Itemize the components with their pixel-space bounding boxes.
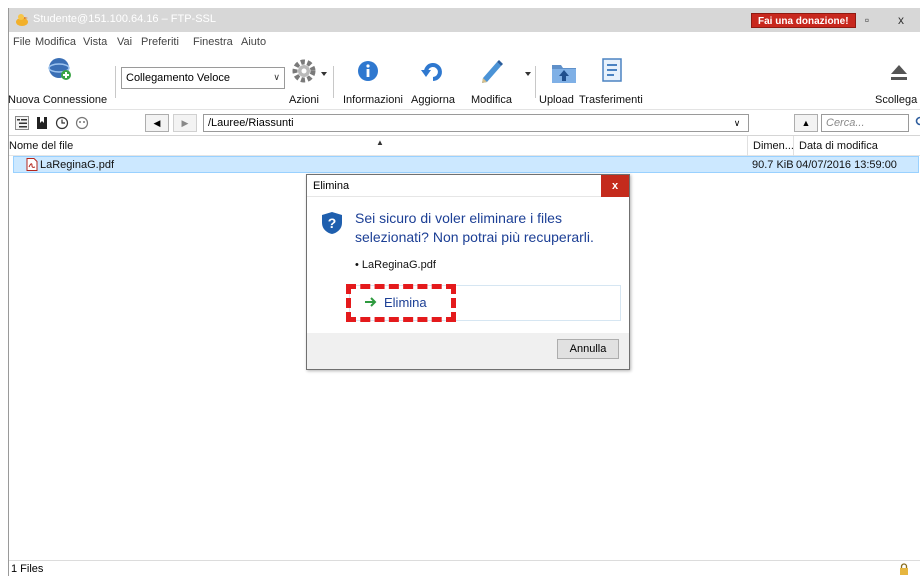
eject-icon[interactable]: [889, 62, 909, 82]
search-placeholder: Cerca...: [826, 117, 865, 129]
status-bar: 1 Files: [9, 560, 920, 576]
transfers-icon[interactable]: [601, 58, 623, 84]
bonjour-icon[interactable]: [75, 116, 89, 130]
edit-icon[interactable]: [479, 58, 505, 84]
delete-dialog: Elimina x ? Sei sicuro di voler eliminar…: [306, 174, 630, 370]
file-size: 90.7 KiB: [752, 159, 794, 171]
disconnect-label[interactable]: Scollega: [875, 94, 917, 106]
menu-modifica[interactable]: Modifica: [35, 36, 76, 48]
menu-preferiti[interactable]: Preferiti: [141, 36, 179, 48]
upload-label[interactable]: Upload: [539, 94, 574, 106]
path-bar: ◀ ▶ /Lauree/Riassunti ∨ ▲ Cerca...: [9, 110, 920, 136]
outline-view-icon[interactable]: [15, 116, 29, 130]
gear-icon[interactable]: [291, 58, 317, 84]
upload-folder-icon[interactable]: [551, 60, 577, 84]
dialog-body: ? Sei sicuro di voler eliminare i files …: [307, 197, 629, 333]
search-input[interactable]: Cerca...: [821, 114, 909, 132]
menu-vista[interactable]: Vista: [83, 36, 107, 48]
forward-button[interactable]: ▶: [173, 114, 197, 132]
actions-dropdown-icon[interactable]: [321, 72, 327, 76]
dialog-close-button[interactable]: x: [601, 175, 629, 197]
info-icon[interactable]: [357, 60, 379, 82]
window-title: Studente@151.100.64.16 – FTP-SSL: [33, 13, 217, 25]
dialog-file-item: • LaReginaG.pdf: [355, 259, 436, 271]
title-bar: Studente@151.100.64.16 – FTP-SSL Fai una…: [9, 8, 920, 32]
sort-ascending-icon: ▲: [376, 138, 384, 147]
refresh-icon[interactable]: [421, 60, 445, 82]
transfers-label[interactable]: Trasferimenti: [579, 94, 643, 106]
toolbar-separator: [333, 66, 334, 98]
path-select[interactable]: /Lauree/Riassunti: [203, 114, 749, 132]
history-icon[interactable]: [55, 116, 69, 130]
column-header-name[interactable]: Nome del file: [9, 140, 73, 152]
quick-connect-value: Collegamento Veloce: [126, 72, 230, 84]
path-value: /Lauree/Riassunti: [208, 117, 294, 129]
new-connection-icon[interactable]: [47, 56, 73, 82]
dialog-message: Sei sicuro di voler eliminare i files se…: [355, 210, 594, 245]
info-label[interactable]: Informazioni: [343, 94, 403, 106]
menu-bar: File Modifica Vista Vai Preferiti Finest…: [9, 32, 920, 52]
edit-label[interactable]: Modifica: [471, 94, 512, 106]
back-button[interactable]: ◀: [145, 114, 169, 132]
file-modified: 04/07/2016 13:59:00: [796, 159, 897, 171]
close-window-button[interactable]: x: [885, 8, 917, 32]
column-divider[interactable]: [793, 136, 794, 156]
dialog-title-bar: Elimina x: [307, 175, 629, 197]
bookmark-icon[interactable]: [35, 116, 49, 130]
column-divider[interactable]: [747, 136, 748, 156]
toolbar: Nuova Connessione Collegamento Veloce ∨ …: [8, 52, 920, 110]
menu-aiuto[interactable]: Aiuto: [241, 36, 266, 48]
maximize-button[interactable]: ▫: [851, 8, 883, 32]
cyberduck-icon: [16, 14, 28, 26]
column-header-modified[interactable]: Data di modifica: [799, 140, 878, 152]
lock-icon: [900, 563, 908, 575]
file-name: LaReginaG.pdf: [40, 159, 114, 171]
edit-dropdown-icon[interactable]: [525, 72, 531, 76]
chevron-down-icon[interactable]: ∨: [727, 114, 747, 132]
parent-folder-button[interactable]: ▲: [794, 114, 818, 132]
menu-file[interactable]: File: [13, 36, 31, 48]
arrow-right-icon: [365, 297, 377, 307]
search-icon[interactable]: [915, 116, 920, 128]
file-list-header: Nome del file ▲ Dimen... Data di modific…: [9, 136, 920, 156]
refresh-label[interactable]: Aggiorna: [411, 94, 455, 106]
question-shield-icon: ?: [322, 212, 342, 234]
menu-vai[interactable]: Vai: [117, 36, 132, 48]
delete-command-link[interactable]: Elimina: [349, 285, 621, 321]
delete-label: Elimina: [384, 295, 427, 310]
chevron-down-icon: ∨: [273, 72, 280, 82]
toolbar-separator: [535, 66, 536, 98]
donate-button[interactable]: Fai una donazione!: [751, 13, 856, 28]
new-connection-label[interactable]: Nuova Connessione: [8, 94, 107, 106]
dialog-title: Elimina: [313, 180, 350, 192]
status-text: 1 Files: [11, 563, 44, 575]
menu-finestra[interactable]: Finestra: [193, 36, 233, 48]
cancel-button[interactable]: Annulla: [557, 339, 619, 359]
toolbar-separator: [115, 66, 116, 98]
column-header-size[interactable]: Dimen...: [753, 140, 794, 152]
quick-connect-select[interactable]: Collegamento Veloce ∨: [121, 67, 285, 89]
svg-text:?: ?: [328, 215, 337, 231]
actions-label[interactable]: Azioni: [289, 94, 319, 106]
pdf-file-icon: [26, 158, 38, 171]
file-row[interactable]: LaReginaG.pdf 90.7 KiB 04/07/2016 13:59:…: [13, 156, 919, 173]
